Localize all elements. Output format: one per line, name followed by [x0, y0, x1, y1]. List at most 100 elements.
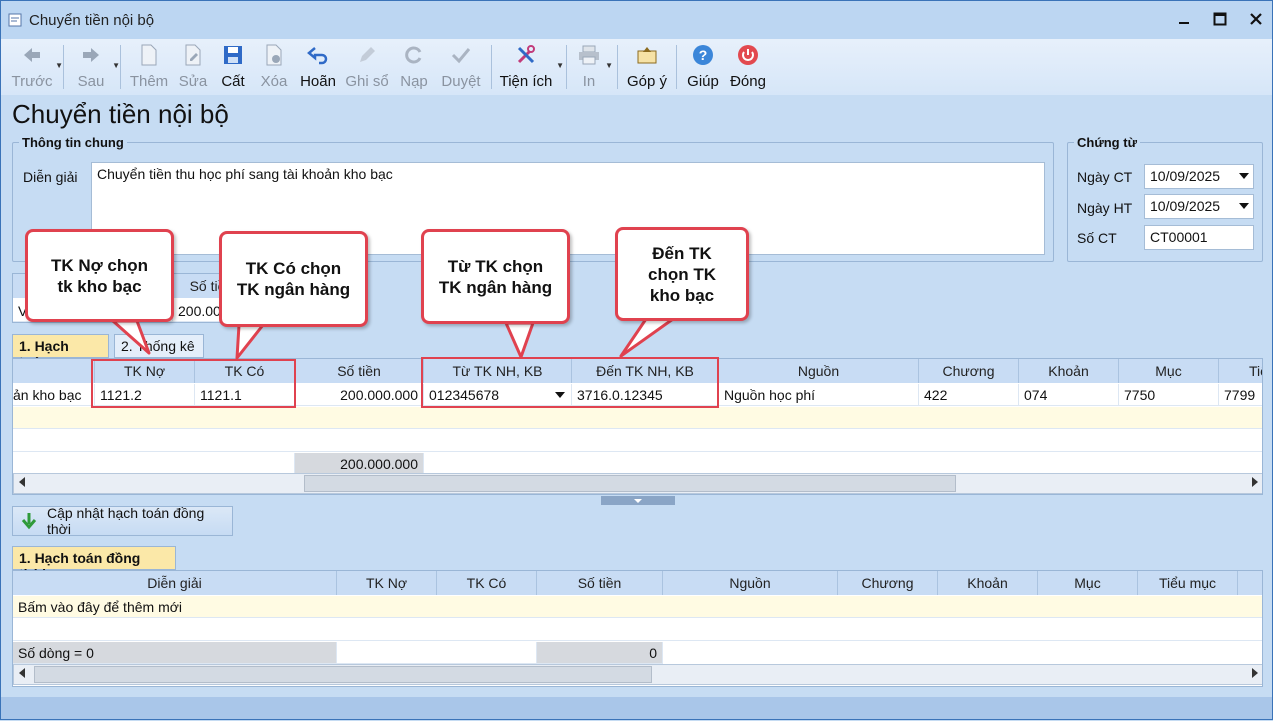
- voucher-number-input[interactable]: CT00001: [1144, 225, 1254, 250]
- chevron-down-icon[interactable]: ▼: [112, 61, 120, 70]
- scroll-right-icon[interactable]: [1252, 477, 1258, 487]
- concurrent-footer-blank: [337, 642, 537, 664]
- maximize-icon: [1213, 12, 1227, 26]
- splitter-grip[interactable]: [601, 496, 675, 505]
- col-description[interactable]: [13, 359, 95, 383]
- col2-chapter[interactable]: Chương: [838, 571, 938, 595]
- col-chapter[interactable]: Chương: [919, 359, 1019, 383]
- edit-button[interactable]: Sửa: [173, 39, 213, 93]
- new-row[interactable]: [13, 407, 1262, 429]
- tools-icon: [514, 43, 538, 67]
- separator: [566, 45, 567, 89]
- concurrent-total: 0: [537, 642, 663, 664]
- callout-from: Từ TK chọn TK ngân hàng: [421, 229, 570, 324]
- general-info-legend: Thông tin chung: [22, 135, 124, 150]
- scroll-left-icon[interactable]: [19, 668, 25, 678]
- scroll-left-icon[interactable]: [19, 477, 25, 487]
- col2-section[interactable]: Khoản: [938, 571, 1038, 595]
- help-button[interactable]: ? Giúp: [681, 39, 725, 93]
- chevron-down-icon[interactable]: ▼: [556, 61, 564, 70]
- col2-amount[interactable]: Số tiền: [537, 571, 663, 595]
- date-ht-label: Ngày HT: [1077, 200, 1133, 216]
- power-icon: [736, 43, 760, 67]
- row-subitem[interactable]: 7799: [1219, 384, 1262, 406]
- col2-subitem[interactable]: Tiểu mục: [1138, 571, 1238, 595]
- date-ht-value: 10/09/2025: [1150, 198, 1221, 214]
- tab-accounting[interactable]: 1. Hạch toán: [12, 334, 109, 370]
- footer-total-label: [13, 453, 295, 475]
- row-source[interactable]: Nguồn học phí: [719, 384, 919, 406]
- tab-concurrent[interactable]: 1. Hạch toán đồng thời: [12, 546, 176, 582]
- scroll-thumb[interactable]: [304, 475, 956, 492]
- delete-document-icon: [262, 43, 286, 67]
- print-label: In: [582, 73, 596, 90]
- row-description[interactable]: ản kho bạc: [13, 384, 95, 406]
- close-form-button[interactable]: Đóng: [725, 39, 771, 93]
- svg-text:?: ?: [699, 47, 708, 63]
- prev-button[interactable]: Trước ▼: [7, 39, 63, 93]
- close-icon: [1250, 13, 1262, 25]
- separator: [120, 45, 121, 89]
- prev-label: Trước: [11, 73, 53, 90]
- chevron-down-icon[interactable]: ▼: [55, 61, 63, 70]
- feedback-button[interactable]: Góp ý: [622, 39, 672, 93]
- chevron-down-icon[interactable]: [1239, 203, 1249, 209]
- separator: [63, 45, 64, 89]
- highlight-bank-accounts: [421, 357, 719, 408]
- concurrent-empty-row: [13, 619, 1262, 641]
- post-button[interactable]: Ghi sổ: [341, 39, 393, 93]
- row-item[interactable]: 7750: [1119, 384, 1219, 406]
- col2-description[interactable]: Diễn giải: [13, 571, 337, 595]
- maximize-button[interactable]: [1210, 9, 1230, 29]
- callout-debit: TK Nợ chọn tk kho bạc: [25, 229, 174, 322]
- scroll-thumb[interactable]: [34, 666, 652, 683]
- delete-button[interactable]: Xóa: [253, 39, 295, 93]
- col2-debit[interactable]: TK Nợ: [337, 571, 437, 595]
- concurrent-grid: Diễn giải TK Nợ TK Có Số tiền Nguồn Chươ…: [12, 570, 1263, 687]
- col2-source[interactable]: Nguồn: [663, 571, 838, 595]
- date-ht-picker[interactable]: 10/09/2025: [1144, 194, 1254, 219]
- load-button[interactable]: Nạp: [393, 39, 435, 93]
- undo-button[interactable]: Hoãn: [295, 39, 341, 93]
- col2-item[interactable]: Mục: [1038, 571, 1138, 595]
- col-subitem[interactable]: Tiểu: [1219, 359, 1262, 383]
- col2-credit[interactable]: TK Có: [437, 571, 537, 595]
- approve-label: Duyệt: [441, 73, 481, 90]
- col-source[interactable]: Nguồn: [719, 359, 919, 383]
- row-section[interactable]: 074: [1019, 384, 1119, 406]
- arrow-left-icon: [20, 43, 44, 67]
- minimize-button[interactable]: [1174, 9, 1194, 29]
- concurrent-hscrollbar[interactable]: [13, 664, 1262, 685]
- save-label: Cất: [221, 73, 245, 90]
- date-ct-picker[interactable]: 10/09/2025: [1144, 164, 1254, 189]
- refresh-icon: [402, 43, 426, 67]
- col-item[interactable]: Mục: [1119, 359, 1219, 383]
- date-ct-value: 10/09/2025: [1150, 168, 1221, 184]
- row-chapter[interactable]: 422: [919, 384, 1019, 406]
- col2-extra: [1238, 571, 1262, 595]
- chevron-down-icon[interactable]: [1239, 173, 1249, 179]
- separator: [676, 45, 677, 89]
- feedback-label: Góp ý: [626, 73, 668, 90]
- scroll-right-icon[interactable]: [1252, 668, 1258, 678]
- col-amount[interactable]: Số tiền: [295, 359, 424, 383]
- tab-stats[interactable]: 2. Thống kê: [114, 334, 204, 358]
- next-button[interactable]: Sau ▼: [68, 39, 120, 93]
- print-button[interactable]: In ▼: [571, 39, 613, 93]
- voucher-number-label: Số CT: [1077, 230, 1117, 246]
- accounting-hscrollbar[interactable]: [13, 473, 1262, 494]
- col-section[interactable]: Khoản: [1019, 359, 1119, 383]
- title-bar: Chuyển tiền nội bộ: [1, 1, 1272, 39]
- save-button[interactable]: Cất: [213, 39, 253, 93]
- arrow-down-icon: [21, 513, 37, 530]
- approve-button[interactable]: Duyệt: [435, 39, 487, 93]
- update-concurrent-button[interactable]: Cập nhật hạch toán đồng thời: [12, 505, 233, 537]
- callout-credit: TK Có chọn TK ngân hàng: [219, 231, 368, 327]
- row-amount[interactable]: 200.000.000: [295, 384, 424, 406]
- close-button[interactable]: [1246, 9, 1266, 29]
- separator: [491, 45, 492, 89]
- utilities-button[interactable]: Tiện ích ▼: [496, 39, 564, 93]
- chevron-down-icon[interactable]: ▼: [605, 61, 613, 70]
- concurrent-new-row[interactable]: Bấm vào đây để thêm mới: [13, 596, 1262, 618]
- add-button[interactable]: Thêm: [125, 39, 173, 93]
